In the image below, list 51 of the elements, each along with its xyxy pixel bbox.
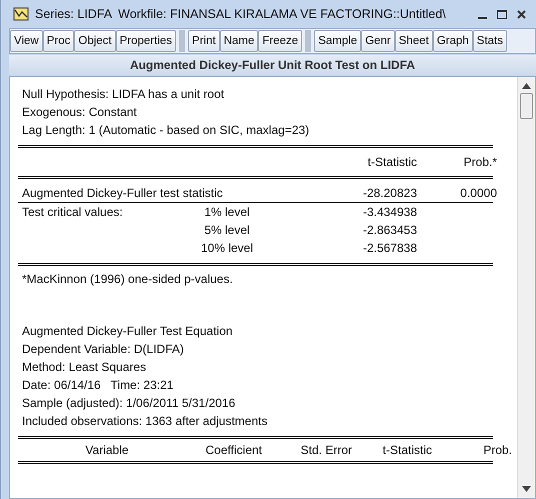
toolbar-separator <box>179 30 186 52</box>
toolbar-button[interactable]: Properties <box>116 30 176 52</box>
output-line: Null Hypothesis: LIDFA has a unit root <box>22 86 226 103</box>
table-cell: 0.0000 <box>460 186 497 200</box>
toolbar-button[interactable]: Print <box>188 30 220 52</box>
scroll-up-icon[interactable] <box>522 83 531 89</box>
footnote: *MacKinnon (1996) one-sided p-values. <box>22 271 234 288</box>
column-header: t-Statistic <box>382 443 432 457</box>
toolbar-button[interactable]: Proc <box>42 30 74 52</box>
column-header: Std. Error <box>300 443 352 457</box>
output-line: Augmented Dickey-Fuller Test Equation <box>22 323 234 340</box>
level-label: 1% level <box>204 205 250 219</box>
table-cell: -2.567838 <box>362 241 417 255</box>
column-header: t-Statistic <box>366 154 417 171</box>
scroll-thumb[interactable] <box>520 93 533 119</box>
table-cell: -3.434938 <box>362 205 417 219</box>
scroll-down-icon[interactable] <box>522 486 531 492</box>
level-label: 5% level <box>204 223 250 237</box>
table-cell: -28.20823 <box>362 186 417 200</box>
scrollbar[interactable] <box>517 77 535 498</box>
close-icon[interactable] <box>517 10 526 18</box>
column-header: Coefficient <box>206 443 262 457</box>
column-header: Prob. <box>483 443 512 457</box>
output-line: Dependent Variable: D(LIDFA) <box>22 341 185 358</box>
output-line: Included observations: 1363 after adjustments <box>22 413 268 430</box>
row-label: Test critical values: <box>22 205 123 219</box>
toolbar-separator <box>305 30 312 52</box>
window-title: Series: LIDFA <box>35 7 112 21</box>
output-line: Date: 06/14/16 Time: 23:21 <box>22 377 174 394</box>
maximize-icon[interactable] <box>497 10 507 18</box>
output-line: Lag Length: 1 (Automatic - based on SIC, maxlag=23) <box>22 122 310 139</box>
workfile-title: Workfile: FINANSAL KIRALAMA VE FACTORING::Untitled\ <box>118 7 446 21</box>
toolbar-button[interactable]: View <box>10 30 43 52</box>
series-icon <box>13 7 29 21</box>
toolbar-button[interactable]: Freeze <box>258 30 302 52</box>
output-line: Sample (adjusted): 1/06/2011 5/31/2016 <box>22 395 236 412</box>
toolbar-button[interactable]: Sample <box>314 30 362 52</box>
level-label: 10% level <box>200 241 254 255</box>
toolbar-button[interactable]: Object <box>74 30 116 52</box>
output-heading: Augmented Dickey-Fuller Unit Root Test on LIDFA <box>9 55 536 75</box>
column-header: Variable <box>85 443 129 457</box>
column-header: Prob.* <box>462 154 497 171</box>
toolbar-button[interactable]: Stats <box>472 30 508 52</box>
table-cell: -2.863453 <box>362 223 417 237</box>
toolbar-button[interactable]: Sheet <box>394 30 433 52</box>
toolbar-button[interactable]: Genr <box>361 30 395 52</box>
output-line: Method: Least Squares <box>22 359 148 376</box>
toolbar-button[interactable]: Graph <box>432 30 473 52</box>
row-label: Augmented Dickey-Fuller test statistic <box>22 185 224 202</box>
toolbar-button[interactable]: Name <box>220 30 258 52</box>
output-line: Exogenous: Constant <box>22 104 138 121</box>
